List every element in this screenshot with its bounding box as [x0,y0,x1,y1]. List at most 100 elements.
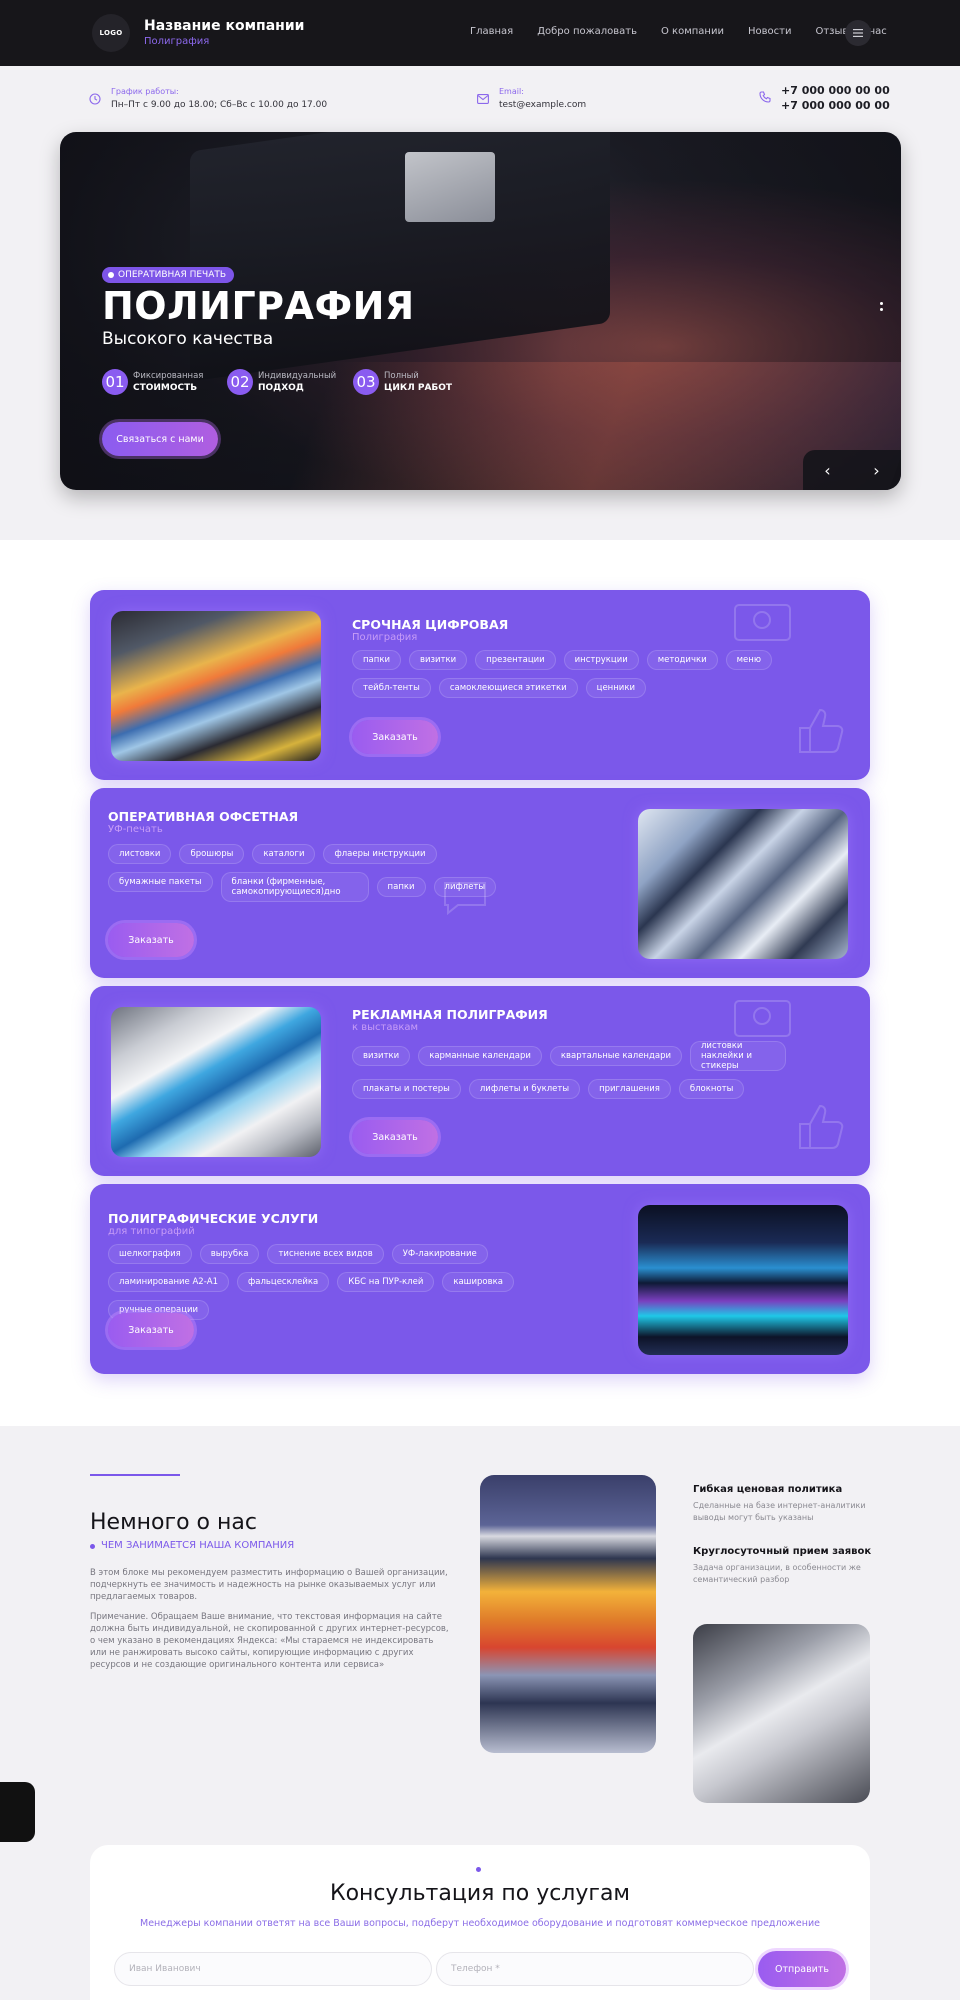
service-tag[interactable]: презентации [475,650,556,670]
service-tag[interactable]: меню [725,650,772,670]
service-tag[interactable]: визитки [408,650,468,670]
order-button[interactable]: Заказать [352,1120,438,1154]
about-subtitle: ЧЕМ ЗАНИМАЕТСЯ НАША КОМПАНИЯ [90,1540,294,1551]
service-card: ПОЛИГРАФИЧЕСКИЕ УСЛУГИ для типографий ше… [90,1184,870,1374]
logo[interactable]: LOGO [92,14,130,52]
about-image-paper [693,1624,870,1803]
service-tag[interactable]: квартальные календари [549,1046,682,1066]
service-tag[interactable]: папки [376,877,426,897]
service-tag[interactable]: инструкции [563,650,639,670]
slider-arrows: ‹ › [803,450,901,490]
service-tag[interactable]: КБС на ПУР-клей [337,1272,435,1292]
service-tag[interactable]: бумажные пакеты [108,872,213,892]
about-title: Немного о нас [90,1510,257,1535]
feature-line1: Полный [384,370,419,381]
hero-feature: 02 Индивидуальный ПОДХОД [227,369,336,395]
company-name[interactable]: Название компании [144,18,304,34]
hero-slider: ОПЕРАТИВНАЯ ПЕЧАТЬ ПОЛИГРАФИЯ Высокого к… [60,132,901,490]
service-image [111,611,321,761]
monitor-icon [734,604,791,641]
order-button[interactable]: Заказать [108,923,194,957]
service-tag[interactable]: фальцесклейка [237,1272,330,1292]
phone-icon [758,90,772,104]
feature-line2: ПОДХОД [258,382,304,393]
service-card: РЕКЛАМНАЯ ПОЛИГРАФИЯ к выставкам визитки… [90,986,870,1176]
order-button[interactable]: Заказать [108,1313,194,1347]
service-subtitle: к выставкам [352,1022,419,1033]
service-tag[interactable]: каталоги [252,844,316,864]
service-tag[interactable]: блокноты [678,1079,745,1099]
benefit-title: Круглосуточный прием заявок [693,1546,872,1557]
hero-tag: ОПЕРАТИВНАЯ ПЕЧАТЬ [102,267,235,283]
thumbs-up-icon [799,1104,844,1149]
service-tag[interactable]: методички [646,650,718,670]
service-tag[interactable]: папки [352,650,401,670]
mail-icon [476,92,490,106]
feature-number: 01 [102,369,128,395]
service-tags: шелкография вырубка тиснение всех видов … [108,1244,568,1320]
phone-2[interactable]: +7 000 000 00 00 [781,99,890,112]
service-tag[interactable]: приглашения [588,1079,671,1099]
service-tag[interactable]: УФ-лакирование [391,1244,488,1264]
contact-us-button[interactable]: Связаться с нами [102,422,218,456]
service-tag[interactable]: шелкография [108,1244,192,1264]
side-widget-tab[interactable] [0,1782,35,1842]
service-card: ОПЕРАТИВНАЯ ОФСЕТНАЯ УФ-печать листовки … [90,788,870,978]
service-tags: папки визитки презентации инструкции мет… [352,650,812,698]
schedule-value: Пн–Пт с 9.00 до 18.00; Сб–Вс с 10.00 до … [111,100,328,110]
service-tag[interactable]: флаеры инструкции [323,844,437,864]
feature-line2: ЦИКЛ РАБОТ [384,382,453,393]
service-tag[interactable]: самоклеющиеся этикетки [438,678,578,698]
service-title: ОПЕРАТИВНАЯ ОФСЕТНАЯ [108,809,299,824]
about-paragraph: В этом блоке мы рекомендуем разместить и… [90,1568,448,1602]
feature-line2: СТОИМОСТЬ [133,382,198,393]
section-dot [476,1867,481,1872]
service-tag[interactable]: листовки [108,844,172,864]
service-tag[interactable]: плакаты и постеры [352,1079,461,1099]
hero-title: ПОЛИГРАФИЯ [102,284,415,328]
order-button[interactable]: Заказать [352,720,438,754]
menu-button[interactable] [845,20,871,46]
service-tag[interactable]: брошюры [179,844,245,864]
service-tag[interactable]: визитки [352,1046,411,1066]
service-image [638,1205,848,1355]
nav-item-about[interactable]: О компании [661,26,724,37]
email-link[interactable]: test@example.com [499,100,586,110]
nav-item-home[interactable]: Главная [470,26,513,37]
service-tag[interactable]: бланки (фирменные, самокопирующиеся)дно [220,872,369,902]
nav-item-news[interactable]: Новости [748,26,791,37]
hamburger-icon [853,29,863,37]
hero-feature: 03 Полный ЦИКЛ РАБОТ [353,369,452,395]
clock-icon [88,92,102,106]
chevron-left-icon[interactable]: ‹ [824,461,830,480]
service-tag[interactable]: ценники [585,678,646,698]
submit-button[interactable]: Отправить [758,1951,846,1987]
about-image-print-rollers [480,1475,656,1753]
main-nav: Главная Добро пожаловать О компании Ново… [470,26,887,37]
contact-bar: График работы: Пн–Пт с 9.00 до 18.00; Сб… [0,66,960,130]
about-divider [90,1474,180,1476]
monitor-icon [734,1000,791,1037]
benefit-text: Сделанные на базе интернет-аналитики выв… [693,1501,866,1522]
service-tag[interactable]: вырубка [199,1244,260,1264]
service-tag[interactable]: тейбл-тенты [352,678,431,698]
email-label: Email: [499,87,524,96]
feature-number: 03 [353,369,379,395]
service-tag[interactable]: ламинирование А2-А1 [108,1272,229,1292]
feature-number: 02 [227,369,253,395]
nav-item-welcome[interactable]: Добро пожаловать [537,26,637,37]
service-subtitle: для типографий [108,1226,195,1237]
feature-line1: Фиксированная [133,370,204,381]
slider-dots[interactable] [880,302,883,311]
chevron-right-icon[interactable]: › [873,461,879,480]
phone-field[interactable] [436,1952,754,1986]
service-tag[interactable]: кашировка [442,1272,514,1292]
service-tag[interactable]: карманные календари [418,1046,542,1066]
thumbs-up-icon [799,708,844,753]
service-subtitle: УФ-печать [108,824,163,835]
name-field[interactable] [114,1952,432,1986]
phone-1[interactable]: +7 000 000 00 00 [781,84,890,97]
service-tag[interactable]: тиснение всех видов [267,1244,384,1264]
service-tag[interactable]: лифлеты и буклеты [468,1079,581,1099]
service-subtitle: Полиграфия [352,632,418,643]
